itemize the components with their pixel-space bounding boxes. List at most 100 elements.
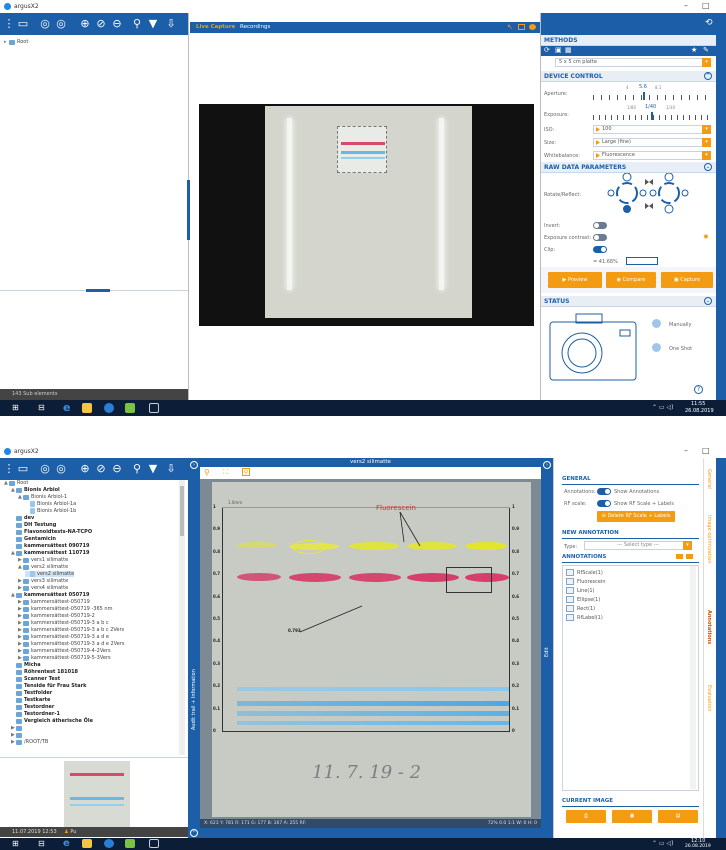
aperture-thumb[interactable] [643,92,645,100]
exposure-slider[interactable]: 1/80 1/40 1/30 [593,104,711,120]
circle-b-icon[interactable]: ◎ [54,17,68,31]
tree-item[interactable]: ▶ kammersättest-050719 [18,599,90,605]
preview-thumbnail[interactable] [64,761,130,827]
keyboard-icon[interactable] [149,403,159,413]
add-icon[interactable]: ⊕ [78,462,92,476]
tree-item[interactable]: ▲ kammersättest 110719 [11,550,89,556]
maximize-button[interactable]: □ [702,1,710,10]
collapse-icon[interactable]: ⌄ [704,163,712,171]
tree-item[interactable]: Testkarte [11,697,50,703]
tree-item[interactable]: Gentamicin [11,536,56,542]
app-green-icon[interactable] [125,839,135,848]
tree-item[interactable]: ▲ Root [4,480,28,486]
filter-icon[interactable]: ▼ [146,17,160,31]
splitter-handle[interactable] [86,289,110,292]
compare-button[interactable]: ◉ Compare [606,272,656,288]
circle-a-icon[interactable]: ◎ [38,462,52,476]
annotation-item[interactable]: RfLabel(1) [566,614,603,621]
remove-icon[interactable]: ⊖ [110,462,124,476]
bottom-collapse-icon[interactable]: ⌃ [190,829,198,837]
tree-item[interactable]: ▲ Bionis Arbiol [11,487,60,493]
fluorescein-label[interactable]: Fluorescein [376,504,416,512]
rf-marker-label[interactable]: 0.793 [288,628,301,633]
pencil-icon[interactable]: ✎ [703,46,709,54]
circle-a-icon[interactable]: ◎ [38,17,52,31]
taskview-icon[interactable]: ⊟ [38,839,48,849]
tree-item[interactable]: ▶/ROOT/TB [11,739,48,745]
rectangle-icon[interactable] [518,24,525,30]
tree-item[interactable]: kammersättest 090719 [11,543,89,549]
size-select[interactable]: Large (fine) ▾ [593,138,711,147]
exposure-thumb[interactable] [651,112,653,120]
remove-icon[interactable]: ⊖ [110,17,124,31]
sync-icon[interactable]: ⟳ [544,46,550,54]
audit-trail-tab[interactable] [188,458,200,838]
explorer-icon[interactable] [82,403,92,413]
fit-icon[interactable]: ⛶ [223,468,228,477]
tree-item[interactable]: ▶ [11,732,24,738]
maximize-button[interactable]: □ [702,446,710,455]
tree-item[interactable]: ▲ kammersättest 050719 [11,592,89,598]
aperture-slider[interactable]: 4 5.6 8.1 [593,84,711,101]
help-icon[interactable]: ? [694,385,703,394]
windows-icon[interactable]: ⊞ [12,839,22,849]
tree-scrollbar[interactable] [179,480,185,755]
whitebalance-select[interactable]: Fluorescence ▾ [593,151,711,160]
filter-icon[interactable]: ▼ [146,462,160,476]
tree-item[interactable]: Flavonoidtests-NA-TCPO [11,529,92,535]
argus-icon[interactable] [104,839,114,848]
tab-annotations[interactable]: Annotations [706,610,712,644]
tree-item[interactable]: ▶ kammersättest-050719-5-3Vers [18,655,111,661]
menu-icon[interactable]: ⋮ [2,17,16,31]
tree-item[interactable]: Bionis Arbiol-1a [25,501,76,507]
tab-general[interactable]: General [706,469,712,489]
annotation-item[interactable]: Rect(1) [566,605,595,612]
star-icon[interactable]: ★ [691,46,697,54]
tree-item[interactable]: Scanner Test [11,676,60,682]
tree-item[interactable]: Testfolder [11,690,52,696]
rfscale-toggle[interactable] [597,500,611,507]
save-button[interactable]: ▣ [612,810,652,823]
argus-icon[interactable] [104,403,114,413]
tree-item[interactable]: vers2 silimatte [25,571,75,577]
method-select[interactable]: 5 x 5 cm platte ▾ [555,58,711,67]
keyboard-icon[interactable] [149,839,159,848]
explorer-icon[interactable] [82,839,92,848]
windows-icon[interactable]: ⊞ [12,403,22,413]
rotate-reflect-control[interactable] [607,173,703,215]
edit-circle-icon[interactable]: ⊘ [94,17,108,31]
circle-b-icon[interactable]: ◎ [54,462,68,476]
export-icon[interactable]: ⇩ [164,17,178,31]
scrollbar-thumb[interactable] [180,486,184,536]
refresh-icon[interactable]: ⟲ [705,18,713,28]
minimize-button[interactable]: – [684,446,688,455]
tree-item[interactable]: Vergleich ätherische Öle [11,718,93,724]
annotations-toggle[interactable] [597,488,611,495]
invert-toggle[interactable] [593,222,607,229]
tree-item[interactable]: Micha [11,662,41,668]
tree-item[interactable]: ▶ kammersättest-050719-2 [18,613,95,619]
tree-item[interactable]: DH Testung [11,522,56,528]
preview-button[interactable]: ▶ Preview [548,272,602,288]
tree-item[interactable]: Tenside für Frau Stark [11,683,86,689]
edit-circle-icon[interactable]: ⊘ [94,462,108,476]
taskview-icon[interactable]: ⊟ [38,403,48,413]
settings-icon[interactable]: ✹ [703,233,709,241]
search-icon[interactable]: ⚲ [130,17,144,31]
export-button[interactable]: ▤ [658,810,698,823]
annotation-item[interactable]: Line(1) [566,587,595,594]
tree-item[interactable]: ▶ kammersättest-050719 -365 nm [18,606,112,612]
tlc-plate[interactable]: 1.0mm 1 1 0.9 0.9 0.8 0.8 0.7 0.7 0.6 0.6 0.5 0.5 0.… [212,482,531,817]
tree-item[interactable]: ▶ vers4 silimatte [18,585,68,591]
folder-open-icon[interactable]: ▭ [16,17,30,31]
delete-rfscale-button[interactable]: ⊖ Delete RF Scale + Labels [597,511,675,522]
folder-add-icon[interactable] [686,554,693,559]
edit-tab-arrow-icon[interactable]: › [543,461,551,469]
annotations-list-scrollbar[interactable] [690,566,696,789]
camera-preview[interactable] [199,104,534,326]
tree-item[interactable]: ▶ kammersättest-050719-3 a d e 2Vers [18,641,124,647]
annotation-item[interactable]: RfScale(1) [566,569,603,576]
grid-icon[interactable]: ▦ [565,46,572,54]
tree-item[interactable]: Testordner [11,704,54,710]
tree-item[interactable]: Bionis Arbiol-1b [25,508,76,514]
